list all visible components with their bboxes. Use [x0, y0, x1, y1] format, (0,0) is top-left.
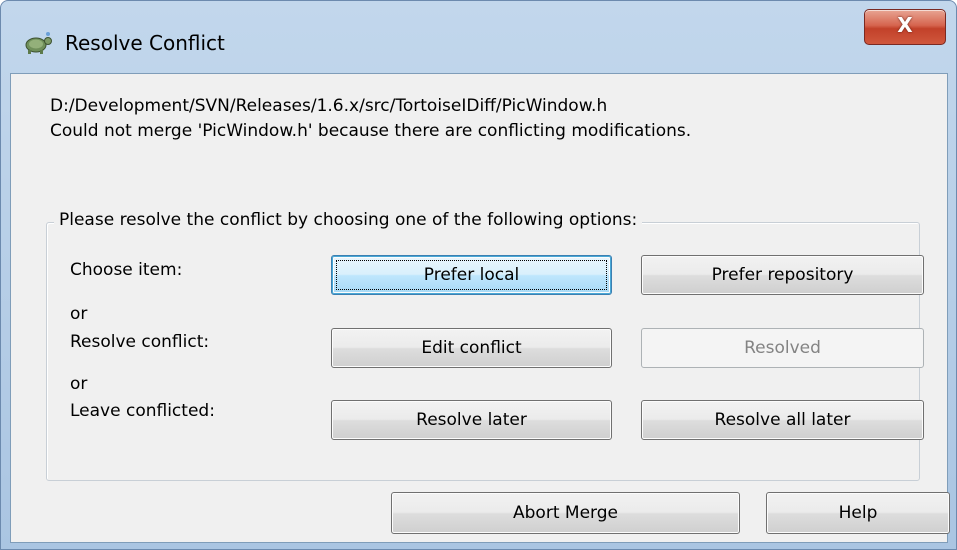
prefer-repository-label: Prefer repository: [711, 265, 854, 285]
conflict-message: Could not merge 'PicWindow.h' because th…: [50, 121, 692, 141]
resolve-later-button[interactable]: Resolve later: [331, 400, 612, 440]
tortoise-icon: [25, 32, 52, 54]
options-legend: Please resolve the conflict by choosing …: [54, 210, 643, 230]
close-icon: X: [897, 13, 913, 37]
edit-conflict-button[interactable]: Edit conflict: [331, 328, 612, 368]
abort-merge-label: Abort Merge: [513, 503, 618, 523]
resolved-label: Resolved: [744, 338, 821, 358]
resolved-button: Resolved: [641, 328, 924, 368]
conflict-file-path: D:/Development/SVN/Releases/1.6.x/src/To…: [50, 96, 608, 116]
resolve-conflict-label: Resolve conflict:: [70, 332, 210, 352]
resolve-all-later-button[interactable]: Resolve all later: [641, 400, 924, 440]
title-bar[interactable]: Resolve Conflict X: [1, 1, 956, 73]
resolve-all-later-label: Resolve all later: [714, 410, 851, 430]
choose-item-label: Choose item:: [70, 260, 183, 280]
prefer-repository-button[interactable]: Prefer repository: [641, 255, 924, 295]
prefer-local-button[interactable]: Prefer local: [331, 255, 612, 295]
window-title: Resolve Conflict: [65, 31, 225, 55]
dialog-window: Resolve Conflict X D:/Development/SVN/Re…: [0, 0, 957, 550]
leave-conflicted-label: Leave conflicted:: [70, 401, 215, 421]
dialog-content: D:/Development/SVN/Releases/1.6.x/src/To…: [10, 73, 950, 543]
abort-merge-button[interactable]: Abort Merge: [391, 492, 740, 534]
close-button[interactable]: X: [864, 9, 946, 45]
edit-conflict-label: Edit conflict: [421, 338, 522, 358]
focus-ring: [336, 260, 607, 290]
or-separator: or: [70, 374, 88, 394]
help-label: Help: [838, 503, 878, 523]
resolve-later-label: Resolve later: [416, 410, 527, 430]
help-button[interactable]: Help: [766, 492, 950, 534]
or-separator: or: [70, 304, 88, 324]
